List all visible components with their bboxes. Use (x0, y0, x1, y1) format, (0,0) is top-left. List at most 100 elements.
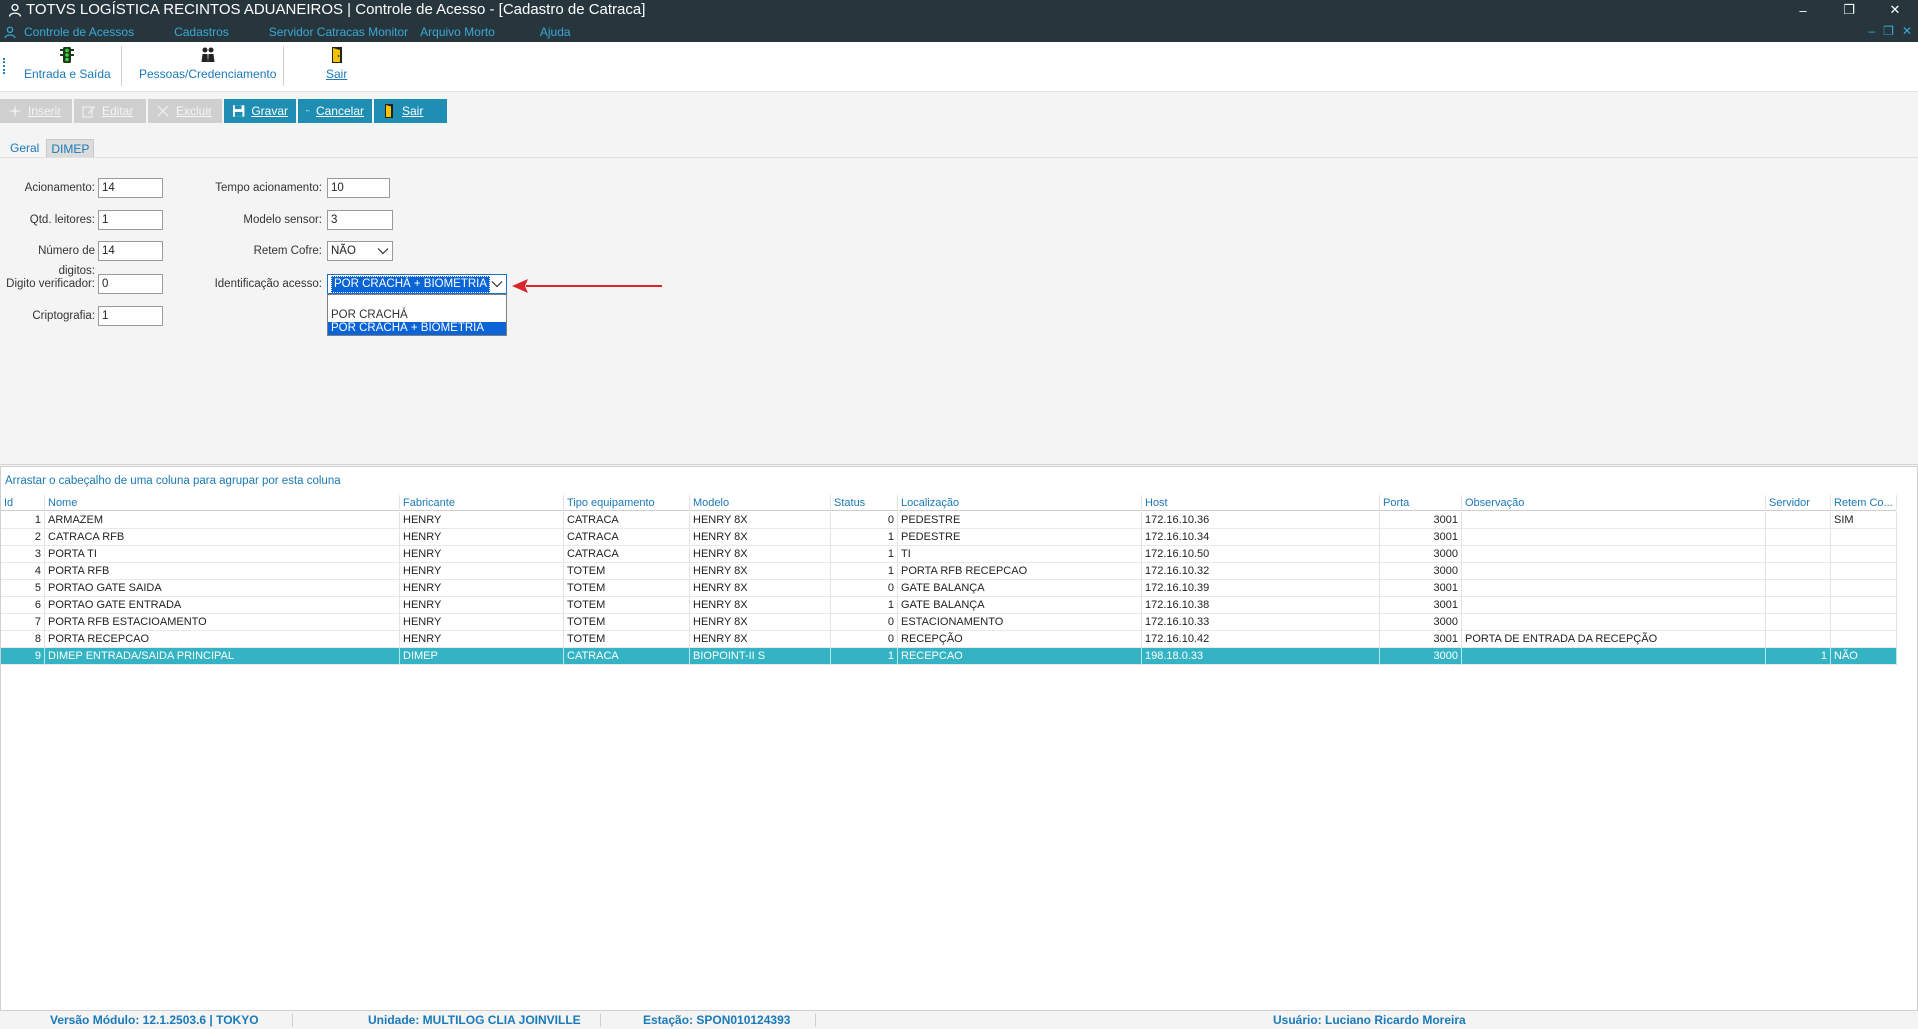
minimize-button[interactable]: – (1780, 0, 1826, 20)
cell-tipo-equipamento[interactable]: TOTEM (564, 597, 690, 614)
cell-modelo[interactable]: BIOPOINT-II S (690, 648, 831, 665)
cell-observacao[interactable] (1462, 546, 1766, 563)
cell-tipo-equipamento[interactable]: CATRACA (564, 648, 690, 665)
cell-porta[interactable]: 3000 (1380, 546, 1462, 563)
cell-status[interactable]: 1 (831, 529, 898, 546)
column-header-servidor[interactable]: Servidor (1766, 495, 1831, 511)
retem-cofre-select[interactable]: NÃO (327, 241, 393, 261)
cell-tipo-equipamento[interactable]: TOTEM (564, 563, 690, 580)
cell-observacao[interactable] (1462, 529, 1766, 546)
cell-retem-cofre[interactable] (1831, 614, 1897, 631)
cell-modelo[interactable]: HENRY 8X (690, 563, 831, 580)
column-header-status[interactable]: Status (831, 495, 898, 511)
qtd-leitores-input[interactable]: 1 (98, 210, 163, 230)
sair-toolbar-button[interactable]: Sair (326, 46, 347, 88)
cell-porta[interactable]: 3001 (1380, 597, 1462, 614)
mdi-restore-button[interactable]: ❐ (1883, 24, 1894, 38)
cell-id[interactable]: 7 (1, 614, 45, 631)
cell-localizacao[interactable]: RECEPCAO (898, 648, 1142, 665)
cell-host[interactable]: 172.16.10.42 (1142, 631, 1380, 648)
cell-modelo[interactable]: HENRY 8X (690, 512, 831, 529)
cell-servidor[interactable] (1766, 512, 1831, 529)
cell-retem-cofre[interactable]: NÃO (1831, 648, 1897, 665)
cell-observacao[interactable] (1462, 648, 1766, 665)
cell-tipo-equipamento[interactable]: TOTEM (564, 614, 690, 631)
column-header-tipo-equipamento[interactable]: Tipo equipamento (564, 495, 690, 511)
cell-status[interactable]: 0 (831, 631, 898, 648)
cell-servidor[interactable] (1766, 529, 1831, 546)
column-header-host[interactable]: Host (1142, 495, 1380, 511)
cell-host[interactable]: 172.16.10.38 (1142, 597, 1380, 614)
dropdown-option-empty[interactable] (328, 295, 506, 309)
table-row[interactable]: 6 PORTAO GATE ENTRADA HENRY TOTEM HENRY 8X 1 G… (1, 597, 1897, 614)
cell-host[interactable]: 198.18.0.33 (1142, 648, 1380, 665)
table-row[interactable]: 1 ARMAZEM HENRY CATRACA HENRY 8X 0 PEDESTRE 172… (1, 512, 1897, 529)
column-header-nome[interactable]: Nome (45, 495, 400, 511)
cell-servidor[interactable] (1766, 580, 1831, 597)
column-header-modelo[interactable]: Modelo (690, 495, 831, 511)
cell-status[interactable]: 0 (831, 512, 898, 529)
tempo-acionamento-input[interactable]: 10 (327, 178, 390, 198)
cell-id[interactable]: 8 (1, 631, 45, 648)
cell-servidor[interactable] (1766, 546, 1831, 563)
cell-fabricante[interactable]: HENRY (400, 546, 564, 563)
cell-status[interactable]: 1 (831, 563, 898, 580)
cell-observacao[interactable] (1462, 614, 1766, 631)
group-by-hint[interactable]: Arrastar o cabeçalho de uma coluna para … (5, 475, 341, 487)
cell-tipo-equipamento[interactable]: CATRACA (564, 512, 690, 529)
cell-modelo[interactable]: HENRY 8X (690, 580, 831, 597)
modelo-sensor-input[interactable]: 3 (327, 210, 393, 230)
toolbar-grip[interactable] (3, 58, 5, 74)
cell-observacao[interactable] (1462, 563, 1766, 580)
cell-status[interactable]: 1 (831, 648, 898, 665)
cell-fabricante[interactable]: HENRY (400, 563, 564, 580)
cell-retem-cofre[interactable] (1831, 546, 1897, 563)
gravar-button[interactable]: Gravar (224, 99, 296, 123)
cell-fabricante[interactable]: HENRY (400, 512, 564, 529)
cell-id[interactable]: 4 (1, 563, 45, 580)
table-row[interactable]: 9 DIMEP ENTRADA/SAIDA PRINCIPAL DIMEP CATRA… (1, 648, 1897, 665)
criptografia-input[interactable]: 1 (98, 306, 163, 326)
inserir-button[interactable]: Inserir (0, 99, 72, 123)
cell-modelo[interactable]: HENRY 8X (690, 631, 831, 648)
cell-porta[interactable]: 3001 (1380, 580, 1462, 597)
table-row[interactable]: 8 PORTA RECEPCAO HENRY TOTEM HENRY 8X 0 RECEPÇ… (1, 631, 1897, 648)
cell-retem-cofre[interactable] (1831, 529, 1897, 546)
dropdown-option-por-cracha[interactable]: POR CRACHÁ (328, 309, 506, 322)
cell-localizacao[interactable]: TI (898, 546, 1142, 563)
cell-servidor[interactable] (1766, 614, 1831, 631)
acionamento-input[interactable]: 14 (98, 178, 163, 198)
cell-status[interactable]: 1 (831, 597, 898, 614)
cell-status[interactable]: 0 (831, 580, 898, 597)
column-header-fabricante[interactable]: Fabricante (400, 495, 564, 511)
cell-servidor[interactable] (1766, 563, 1831, 580)
cell-retem-cofre[interactable] (1831, 597, 1897, 614)
cell-porta[interactable]: 3001 (1380, 631, 1462, 648)
cell-localizacao[interactable]: RECEPÇÃO (898, 631, 1142, 648)
cell-localizacao[interactable]: GATE BALANÇA (898, 580, 1142, 597)
restore-button[interactable]: ❐ (1826, 0, 1872, 20)
cell-nome[interactable]: ARMAZEM (45, 512, 400, 529)
menu-arquivo-morto[interactable]: Arquivo Morto (420, 25, 495, 39)
numero-digitos-input[interactable]: 14 (98, 241, 163, 261)
cell-localizacao[interactable]: ESTACIONAMENTO (898, 614, 1142, 631)
cell-tipo-equipamento[interactable]: TOTEM (564, 631, 690, 648)
cell-tipo-equipamento[interactable]: CATRACA (564, 546, 690, 563)
table-row[interactable]: 5 PORTAO GATE SAIDA HENRY TOTEM HENRY 8X 0 GAT… (1, 580, 1897, 597)
cell-modelo[interactable]: HENRY 8X (690, 614, 831, 631)
cell-retem-cofre[interactable]: SIM (1831, 512, 1897, 529)
cell-nome[interactable]: PORTA RECEPCAO (45, 631, 400, 648)
cell-retem-cofre[interactable] (1831, 580, 1897, 597)
cell-localizacao[interactable]: PEDESTRE (898, 529, 1142, 546)
cell-servidor[interactable] (1766, 631, 1831, 648)
cell-servidor[interactable]: 1 (1766, 648, 1831, 665)
cell-fabricante[interactable]: HENRY (400, 597, 564, 614)
cell-tipo-equipamento[interactable]: CATRACA (564, 529, 690, 546)
cell-fabricante[interactable]: HENRY (400, 529, 564, 546)
tab-dimep[interactable]: DIMEP (46, 139, 95, 157)
cell-localizacao[interactable]: GATE BALANÇA (898, 597, 1142, 614)
cell-porta[interactable]: 3001 (1380, 529, 1462, 546)
menu-servidor-catracas[interactable]: Servidor Catracas Monitor (269, 25, 408, 39)
cell-modelo[interactable]: HENRY 8X (690, 529, 831, 546)
column-header-retem-cofre[interactable]: Retem Co... (1831, 495, 1897, 511)
